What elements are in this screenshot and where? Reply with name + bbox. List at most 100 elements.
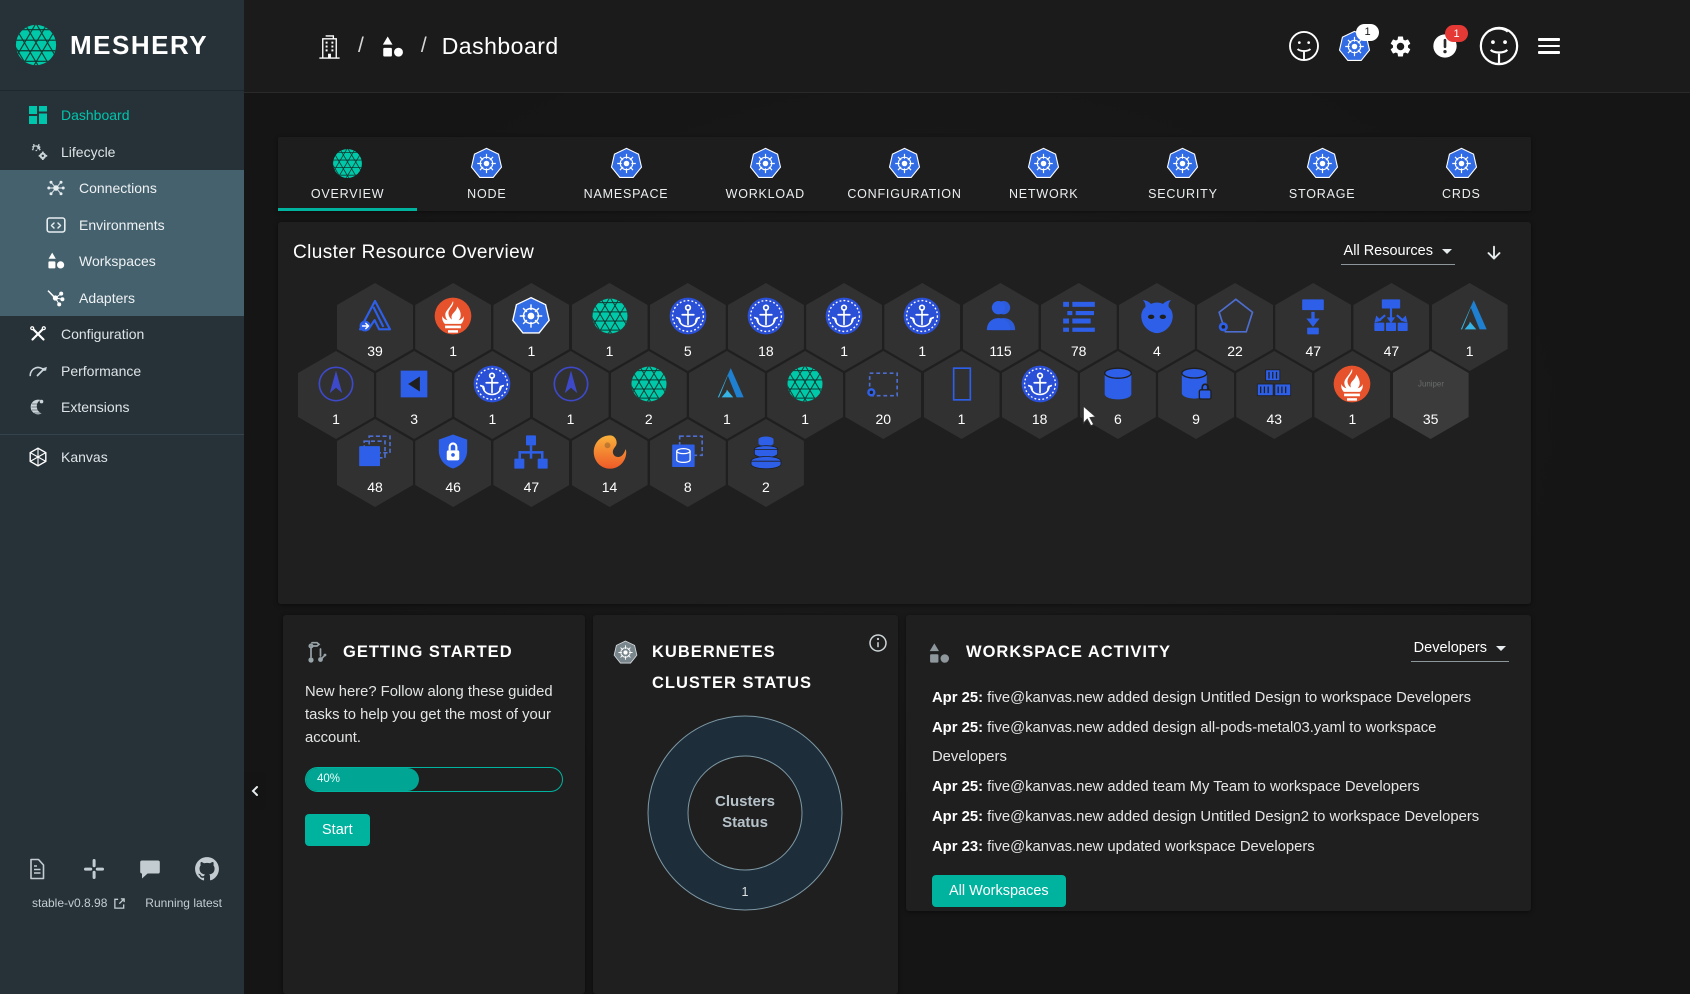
resource-count: 8 xyxy=(683,479,692,495)
kubernetes-icon xyxy=(470,147,503,180)
sidebar-item-extensions[interactable]: Extensions xyxy=(0,389,244,426)
resource-hex-discstack[interactable]: 2 xyxy=(727,419,804,507)
notifications-badge: 1 xyxy=(1445,25,1468,42)
resource-count: 35 xyxy=(1422,411,1439,427)
activity-date: Apr 25 xyxy=(932,690,987,706)
doc-icon[interactable] xyxy=(24,856,50,882)
meshery-logo-icon xyxy=(13,22,59,68)
activity-item: Apr 25five@kanvas.new added design Untit… xyxy=(932,803,1501,832)
sidebar-item-connections[interactable]: Connections xyxy=(0,170,244,207)
resource-hex-copies[interactable]: 48 xyxy=(337,419,413,507)
tab-storage[interactable]: STORAGE xyxy=(1253,137,1392,211)
all-workspaces-button[interactable]: All Workspaces xyxy=(932,875,1066,907)
capabilities-smiley-icon[interactable] xyxy=(1287,29,1321,63)
progress-label: 40% xyxy=(317,773,341,786)
resource-count: 18 xyxy=(1031,411,1048,427)
external-link-icon xyxy=(113,897,126,910)
containers-icon xyxy=(1254,364,1294,404)
database-icon xyxy=(1098,364,1138,404)
resource-count: 9 xyxy=(1192,411,1200,427)
page-title: Dashboard xyxy=(441,32,559,59)
flowtree-icon xyxy=(511,432,551,472)
topbar-actions: 1 1 xyxy=(1287,0,1560,92)
resource-filter-select[interactable]: All Resources xyxy=(1340,242,1455,265)
settings-gear-icon[interactable] xyxy=(1388,34,1413,59)
kubernetes-gray-icon xyxy=(613,640,638,665)
peak-icon xyxy=(355,296,395,336)
sidebar-item-performance[interactable]: Performance xyxy=(0,353,244,390)
workspace-filter-value: Developers xyxy=(1413,640,1487,656)
sidebar-item-kanvas[interactable]: Kanvas xyxy=(0,435,244,479)
download-icon[interactable] xyxy=(1483,243,1505,265)
user-avatar[interactable] xyxy=(1477,24,1521,68)
sidebar-collapse-button[interactable] xyxy=(244,772,266,810)
resource-count: 20 xyxy=(875,411,892,427)
anchor-icon xyxy=(1020,364,1060,404)
dashedbox-icon xyxy=(863,364,903,404)
tab-label: NAMESPACE xyxy=(583,187,669,201)
tab-workload[interactable]: WORKLOAD xyxy=(696,137,835,211)
menu-icon[interactable] xyxy=(1538,38,1560,54)
activity-text: five@kanvas.new added design Untitled De… xyxy=(987,690,1471,706)
sidebar-item-environments[interactable]: Environments xyxy=(0,206,244,243)
tab-node[interactable]: NODE xyxy=(417,137,556,211)
deploy-icon xyxy=(1293,296,1333,336)
meshery-icon xyxy=(331,147,364,180)
anchor-icon xyxy=(472,364,512,404)
sidebar-item-configuration[interactable]: Configuration xyxy=(0,316,244,353)
workspace-filter-select[interactable]: Developers xyxy=(1410,639,1509,662)
start-button[interactable]: Start xyxy=(305,813,370,846)
resource-hex-grafana[interactable]: 14 xyxy=(571,419,648,507)
panel-title: Cluster Resource Overview xyxy=(293,242,535,263)
sidebar-item-lifecycle[interactable]: Lifecycle xyxy=(0,134,244,171)
getting-started-text: New here? Follow along these guided task… xyxy=(305,684,553,746)
sidebar-item-label: Adapters xyxy=(79,289,136,306)
resource-hex-shieldlock[interactable]: 46 xyxy=(415,419,492,507)
info-icon[interactable] xyxy=(868,633,888,653)
meshery-icon xyxy=(590,296,630,336)
workspace-activity-card: WORKSPACE ACTIVITY Developers Apr 25five… xyxy=(906,615,1531,911)
resource-hex-rectoutline[interactable]: 1 xyxy=(923,351,1000,439)
tab-configuration[interactable]: CONFIGURATION xyxy=(835,137,974,211)
connections-icon xyxy=(46,178,66,198)
kubernetes-icon xyxy=(888,147,921,180)
main-area: / / Dashboard 1 1 OVERVIEW NODE NAMESPACE W… xyxy=(244,0,1690,994)
kubernetes-icon xyxy=(749,147,782,180)
resource-hex-databaselock[interactable]: 9 xyxy=(1158,351,1235,439)
tab-network[interactable]: NETWORK xyxy=(974,137,1113,211)
resource-hex-database[interactable]: 6 xyxy=(1079,351,1156,439)
notifications-button[interactable]: 1 xyxy=(1430,25,1468,61)
workspace-icon[interactable] xyxy=(379,33,406,60)
slack-icon[interactable] xyxy=(81,856,107,882)
cluster-status-card: KUBERNETES CLUSTER STATUS Clusters Statu… xyxy=(593,615,898,994)
organization-icon[interactable] xyxy=(316,33,343,60)
resource-hex-prometheus[interactable]: 1 xyxy=(1314,351,1391,439)
chat-icon[interactable] xyxy=(137,856,163,882)
kubernetes-context-button[interactable]: 1 xyxy=(1338,23,1379,63)
tab-namespace[interactable]: NAMESPACE xyxy=(556,137,695,211)
tab-overview[interactable]: OVERVIEW xyxy=(278,137,418,211)
kubernetes-icon xyxy=(1027,147,1060,180)
sidebar-nav-secondary: Kanvas xyxy=(0,435,244,479)
tab-label: STORAGE xyxy=(1288,187,1356,201)
resource-hex-flowtree[interactable]: 47 xyxy=(493,419,570,507)
progress-bar: 40% xyxy=(305,766,563,792)
brand-logo[interactable]: MESHERY xyxy=(0,0,244,91)
github-icon[interactable] xyxy=(194,856,220,882)
tab-security[interactable]: SECURITY xyxy=(1113,137,1252,211)
version-label: stable-v0.8.98 xyxy=(32,896,108,910)
sidebar-item-adapters[interactable]: Adapters xyxy=(0,279,244,316)
version-link[interactable]: stable-v0.8.98 xyxy=(32,896,126,910)
list-icon xyxy=(1059,296,1099,336)
configuration-icon xyxy=(28,324,48,344)
resource-hex-cubecopies[interactable]: 8 xyxy=(649,419,726,507)
sidebar-item-workspaces[interactable]: Workspaces xyxy=(0,243,244,280)
chevron-down-icon xyxy=(1496,645,1506,651)
resource-hex-anchor[interactable]: 18 xyxy=(1001,351,1078,439)
tab-crds[interactable]: CRDS xyxy=(1392,137,1531,211)
resource-hex-juniper[interactable]: Juniper 35 xyxy=(1392,351,1469,439)
sidebar-item-dashboard[interactable]: Dashboard xyxy=(0,97,244,134)
resource-hex-containers[interactable]: 43 xyxy=(1236,351,1313,439)
resource-hex-dashedbox[interactable]: 20 xyxy=(845,351,922,439)
dashboard-tabs: OVERVIEW NODE NAMESPACE WORKLOAD CONFIGURATI… xyxy=(278,137,1531,211)
